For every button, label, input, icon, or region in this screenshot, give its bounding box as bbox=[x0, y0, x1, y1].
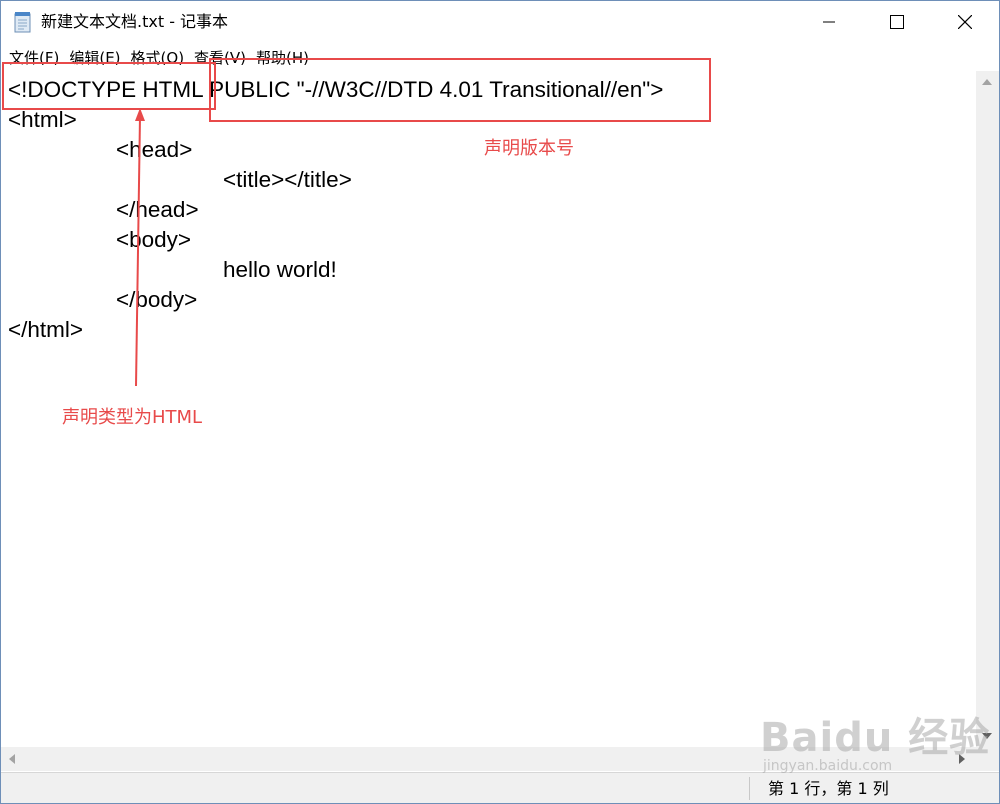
close-button[interactable] bbox=[931, 1, 999, 43]
type-annotation: 声明类型为HTML bbox=[62, 407, 203, 428]
close-icon bbox=[958, 15, 972, 29]
minimize-button[interactable] bbox=[795, 1, 863, 43]
doctype-highlight-box bbox=[2, 62, 216, 110]
vertical-scrollbar[interactable] bbox=[976, 71, 999, 747]
arrow-up-icon bbox=[135, 108, 145, 387]
scroll-up-icon[interactable] bbox=[982, 79, 992, 85]
minimize-icon bbox=[823, 21, 835, 23]
watermark-logo: Baidu 经验 bbox=[760, 715, 991, 761]
watermark-url: jingyan.baidu.com bbox=[763, 758, 893, 774]
window-title: 新建文本文档.txt - 记事本 bbox=[41, 12, 229, 31]
code-line: <title></title> bbox=[223, 167, 352, 192]
baidu-watermark: Baidu 经验 jingyan.baidu.com bbox=[760, 695, 989, 785]
title-bar[interactable]: 新建文本文档.txt - 记事本 bbox=[1, 1, 999, 43]
notepad-icon bbox=[13, 11, 33, 33]
maximize-button[interactable] bbox=[863, 1, 931, 43]
scroll-left-icon[interactable] bbox=[9, 754, 15, 764]
code-line: </html> bbox=[8, 317, 84, 342]
version-highlight-box bbox=[209, 58, 711, 122]
maximize-icon bbox=[890, 15, 904, 29]
code-line: hello world! bbox=[223, 257, 337, 282]
version-annotation: 声明版本号 bbox=[484, 138, 574, 159]
status-divider bbox=[749, 777, 750, 800]
